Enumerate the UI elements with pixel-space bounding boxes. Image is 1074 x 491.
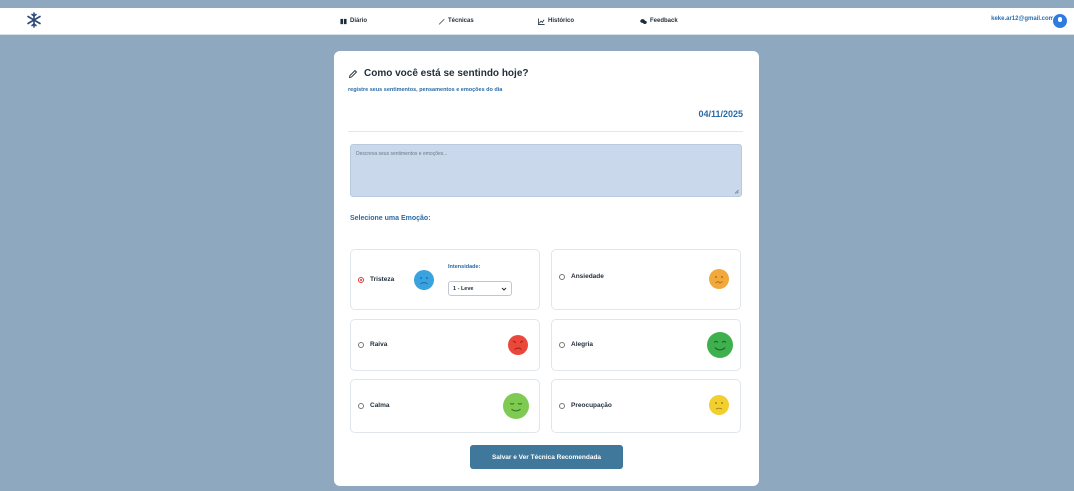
sad-face-icon [414,270,434,290]
top-navbar: Diário Técnicas Histórico Feedback keke.… [0,8,1074,35]
intensity-select[interactable]: 1 - Leve [448,281,512,296]
emotion-radio-ansiedade[interactable] [559,274,565,280]
user-avatar-icon[interactable] [1052,13,1068,29]
emotion-label: Alegria [571,341,594,348]
emotion-card-ansiedade[interactable]: Ansiedade [551,249,741,310]
nav-label: Técnicas [448,18,474,24]
emotion-label: Tristeza [370,276,395,283]
anxious-face-icon [709,269,729,289]
feelings-textarea[interactable]: Descreva seus sentimentos e emoções... [350,144,742,197]
nav-label: Feedback [650,18,678,24]
card-title: Como você está se sentindo hoje? [348,68,528,79]
chart-icon [538,17,545,25]
angry-face-icon [508,335,528,355]
nav-label: Diário [350,18,368,24]
emotion-radio-preocupacao[interactable] [559,403,565,409]
intensity-label: Intensidade: [448,264,481,270]
worried-face-icon [709,395,729,415]
emotion-card-raiva[interactable]: Raiva [350,319,540,371]
nav-item-tecnicas[interactable]: Técnicas [438,8,474,34]
page-subtitle: registre seus sentimentos, pensamentos e… [348,87,503,93]
emotion-label: Raiva [370,341,388,348]
emotion-card-alegria[interactable]: Alegria [551,319,741,371]
chat-icon [640,18,647,24]
brush-icon [438,18,445,25]
pencil-icon [348,69,358,78]
nav-label: Histórico [548,18,575,24]
emotion-radio-tristeza[interactable] [358,277,364,283]
emotion-label: Preocupação [571,402,612,409]
nav-item-diario[interactable]: Diário [340,8,367,34]
nav-item-feedback[interactable]: Feedback [640,8,678,34]
current-date: 04/11/2025 [698,109,743,119]
emotion-radio-raiva[interactable] [358,342,364,348]
emotion-card-tristeza[interactable]: Tristeza Intensidade: 1 - Leve [350,249,540,310]
emotion-section-label: Selecione uma Emoção: [350,215,431,222]
textarea-placeholder: Descreva seus sentimentos e emoções... [356,151,448,157]
divider [348,131,743,132]
emotion-label: Calma [370,402,390,409]
user-email[interactable]: keke.ar12@gmail.com [991,16,1054,22]
book-icon [340,18,347,24]
page-title: Como você está se sentindo hoje? [364,68,529,79]
emotion-card-calma[interactable]: Calma [350,379,540,433]
happy-face-icon [707,332,733,358]
emotion-card-preocupacao[interactable]: Preocupação [551,379,741,433]
save-and-recommend-button[interactable]: Salvar e Ver Técnica Recomendada [470,445,623,469]
snowflake-logo-icon[interactable] [26,12,42,28]
intensity-value: 1 - Leve [453,286,474,292]
resize-grip-icon[interactable] [734,189,739,194]
emotion-label: Ansiedade [571,273,604,280]
emotion-radio-alegria[interactable] [559,342,565,348]
emotion-radio-calma[interactable] [358,403,364,409]
calm-face-icon [503,393,529,419]
chevron-down-icon [501,287,507,291]
nav-item-historico[interactable]: Histórico [538,8,574,34]
diary-card: Como você está se sentindo hoje? registr… [334,51,759,486]
